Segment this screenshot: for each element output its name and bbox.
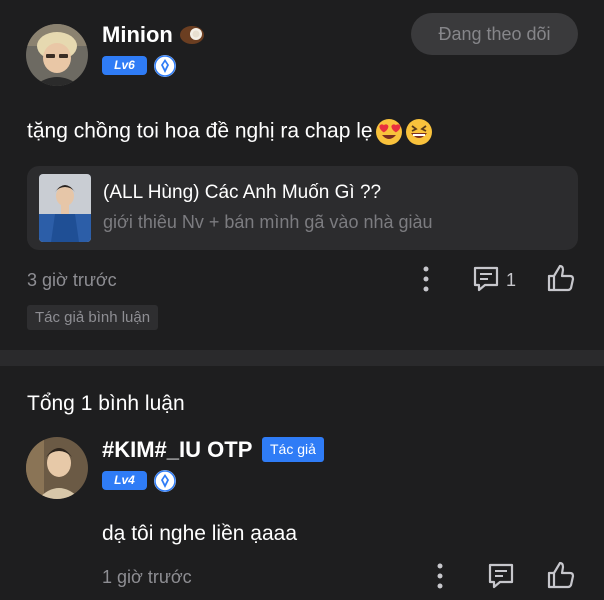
timestamp: 3 giờ trước <box>27 270 117 290</box>
more-vertical-icon[interactable] <box>432 561 448 591</box>
shield-level-icon <box>154 470 176 492</box>
story-title: (ALL Hùng) Các Anh Muốn Gì ?? <box>103 182 382 203</box>
grinning-squinting-emoji <box>405 119 432 145</box>
comment-total-label: Tổng 1 bình luận <box>27 392 185 415</box>
reply-timestamp: 1 giờ trước <box>102 567 192 587</box>
like-thumb-icon[interactable] <box>546 560 576 590</box>
heart-eyes-emoji <box>375 119 402 145</box>
username[interactable]: Minion <box>102 22 205 48</box>
coconut-emoji <box>180 26 204 44</box>
linked-story-card[interactable]: (ALL Hùng) Các Anh Muốn Gì ?? giới thiêu… <box>27 166 578 250</box>
following-button[interactable]: Đang theo dõi <box>411 13 578 55</box>
level-badge: Lv4 <box>102 471 147 490</box>
story-description: giới thiêu Nv + bán mình gã vào nhà giàu <box>103 212 433 232</box>
shield-level-icon <box>154 55 176 77</box>
reply-count: 1 <box>506 270 517 290</box>
reply-username[interactable]: #KIM#_IU OTP <box>102 437 252 463</box>
avatar[interactable] <box>26 24 88 86</box>
like-thumb-icon[interactable] <box>546 263 576 293</box>
level-badge: Lv6 <box>102 56 147 75</box>
author-commented-tag: Tác giả bình luận <box>27 305 159 330</box>
story-thumbnail <box>39 174 91 242</box>
more-vertical-icon[interactable] <box>418 264 434 294</box>
original-comment: Minion Lv6 Đang theo dõi tặng chồng toi … <box>0 0 604 350</box>
comment-text: tặng chồng toi hoa đề nghị ra chap lẹ <box>27 118 433 146</box>
avatar[interactable] <box>26 437 88 499</box>
section-divider <box>0 350 604 366</box>
comment-icon[interactable] <box>486 561 516 591</box>
comment-icon[interactable] <box>471 264 501 294</box>
reply-text: dạ tôi nghe liền ạaaa <box>102 522 297 545</box>
author-badge: Tác giả <box>262 437 324 462</box>
